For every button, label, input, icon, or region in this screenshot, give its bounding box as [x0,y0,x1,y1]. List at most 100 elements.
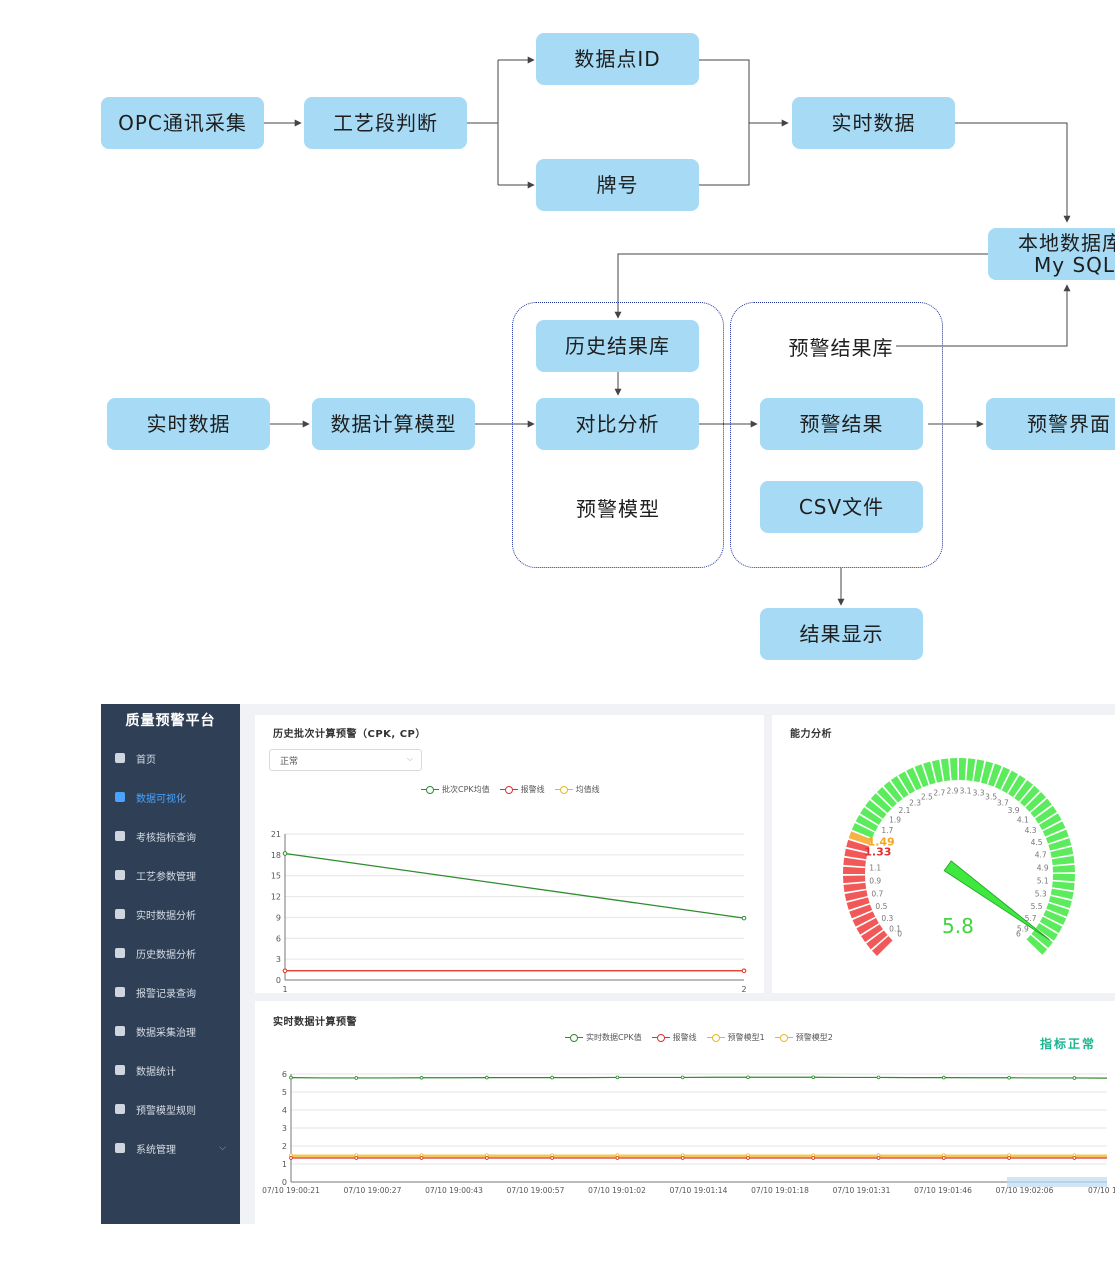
history-panel-title: 历史批次计算预警（CPK, CP） [273,729,426,740]
data-point [282,851,288,856]
gauge-segment [959,758,967,781]
gauge-tick-label: 2.1 [898,806,910,815]
legend-label: 预警模型1 [727,1033,765,1042]
sidebar-menu-item[interactable]: 工艺参数管理 [101,864,240,886]
gauge-segment [1051,855,1075,866]
legend-label: 实时数据CPK值 [586,1033,642,1042]
data-point [289,1153,293,1157]
y-tick-label: 0 [276,976,281,985]
gauge-tick-label: 0.3 [881,914,893,923]
data-point [811,1153,816,1157]
data-point [1007,1156,1011,1160]
sidebar-menu-item[interactable]: 历史数据分析 [101,942,240,964]
y-tick-label: 12 [271,893,281,902]
legend-swatch-icon [499,785,518,794]
y-tick-label: 5 [282,1088,287,1097]
menu-item-label: 数据统计 [136,1066,176,1078]
data-point [550,1155,554,1159]
result-display-node: 结果显示 [760,608,923,660]
sidebar-menu-item[interactable]: 预警模型规则 [101,1098,240,1120]
data-point [741,968,747,974]
gauge-tick-label: 3.9 [1008,806,1020,815]
menu-item-icon [115,948,125,958]
realtime-panel: 实时数据计算预警 实时数据CPK值 报警线 预警模型1 预警模型2 指标正常 0… [255,1001,1115,1224]
menu-item-label: 工艺参数管理 [136,871,196,883]
series-line [290,1076,1108,1079]
gauge-value: 5.8 [942,914,974,938]
menu-item-icon [115,1026,125,1036]
data-point [550,1153,554,1157]
data-point [746,1155,750,1159]
status-select[interactable]: 正常 ⌵ [269,749,422,771]
y-tick-label: 4 [282,1106,287,1115]
menu-item-label: 系统管理 [136,1144,176,1156]
sidebar-menu-item[interactable]: 数据可视化 [101,786,240,808]
gauge-tick-label: 3.1 [960,786,972,795]
data-point [680,1153,685,1157]
x-tick-label: 07/10 19:01:18 [751,1186,809,1195]
menu-item-icon [115,1104,125,1114]
status-select-value: 正常 [280,756,299,767]
legend-item[interactable]: 均值线 [554,784,600,795]
data-point [876,1153,881,1157]
sidebar-menu-item[interactable]: 报警记录查询 [101,981,240,1003]
sidebar: 质量预警平台 首页 数据可视化 考核指标查询 工艺参数管理 实时数据分析 历史数据分析 报警… [101,704,240,1224]
data-point [289,1075,293,1080]
data-point [354,1156,359,1160]
data-point [485,1156,489,1160]
local-database-label: 本地数据库 [1018,231,1115,255]
menu-item-label: 实时数据分析 [136,910,196,922]
chevron-down-icon[interactable]: ⌵ [219,1143,226,1153]
gauge-tick-label: 3.5 [985,792,997,801]
menu-item-icon [115,987,125,997]
gauge-tick-label: 4.9 [1037,863,1049,872]
legend-swatch-icon [651,1033,670,1042]
realtime-data-bottom-node: 实时数据 [107,398,270,450]
data-point [941,1075,946,1080]
gauge-segment [949,758,958,781]
gauge-tick-label: 2.7 [933,788,945,797]
data-point [419,1156,424,1160]
legend-item[interactable]: 预警模型1 [706,1032,765,1043]
sidebar-menu-item[interactable]: 数据统计 [101,1059,240,1081]
data-point [941,1156,946,1160]
sidebar-menu-item[interactable]: 考核指标查询 [101,825,240,847]
data-point [680,1156,685,1160]
gauge-tick-label: 5.3 [1035,890,1047,899]
data-point [419,1153,424,1157]
legend-item[interactable]: 批次CPK均值 [421,784,490,795]
capability-panel: 能力分析 0 0.1 0.3 0.5 0.7 0.9 1.1 1.33 1.49 1.7 1.9 2.… [772,715,1115,993]
y-tick-label: 3 [276,955,281,964]
data-point [282,968,288,974]
x-tick-label: 07/10 19:01:46 [914,1186,972,1195]
legend-label: 预警模型2 [795,1033,833,1042]
sidebar-menu-item[interactable]: 首页 [101,747,240,769]
sidebar-menu-item[interactable]: 系统管理 ⌵ [101,1137,240,1159]
gauge-tick-label: 4.1 [1017,815,1029,824]
data-point [615,1155,620,1159]
gauge-tick-label: 1.7 [881,826,893,835]
data-point [485,1075,489,1080]
data-point [746,1075,750,1080]
legend-item[interactable]: 报警线 [651,1032,697,1043]
sidebar-menu-item[interactable]: 实时数据分析 [101,903,240,925]
segment-judge-node: 工艺段判断 [304,97,467,149]
y-tick-label: 6 [276,934,281,943]
y-tick-label: 1 [282,1160,287,1169]
data-point [485,1153,489,1157]
gauge-tick-label: 0.9 [869,877,881,886]
local-database-sublabel: My SQL [1034,253,1115,277]
data-point [1007,1075,1011,1080]
legend-item[interactable]: 报警线 [499,784,545,795]
menu-item-icon [115,1143,125,1153]
legend-item[interactable]: 实时数据CPK值 [565,1032,642,1043]
x-tick-label: 07/10 19:00:43 [425,1186,483,1195]
legend-swatch-icon [421,785,439,794]
legend-label: 批次CPK均值 [442,785,490,794]
sidebar-menu-item[interactable]: 数据采集治理 [101,1020,240,1042]
data-point [354,1153,359,1157]
dashboard-screenshot: 质量预警平台 首页 数据可视化 考核指标查询 工艺参数管理 实时数据分析 历史数据分析 报警… [101,704,1115,1224]
x-tick-label: 07/10 19: [1088,1186,1115,1195]
legend-item[interactable]: 预警模型2 [774,1032,833,1043]
realtime-legend-row: 实时数据CPK值 报警线 预警模型1 预警模型2 [565,1032,833,1043]
